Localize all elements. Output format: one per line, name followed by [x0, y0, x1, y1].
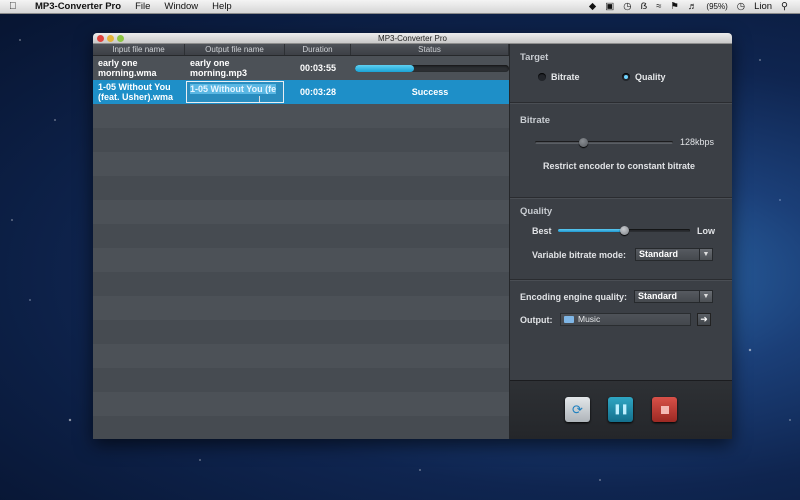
pause-button[interactable]: ❚❚: [608, 397, 633, 422]
bitrate-slider[interactable]: [535, 141, 673, 144]
engine-quality-label: Encoding engine quality:: [520, 292, 628, 302]
action-bar: ⟳ ❚❚: [510, 380, 732, 439]
bitrate-section: Bitrate 128kbps Restrict encoder to cons…: [510, 103, 732, 198]
quality-slider-knob[interactable]: [620, 226, 629, 235]
output-folder-field[interactable]: Music: [560, 313, 691, 326]
engine-quality-dropdown[interactable]: Standard ▼: [634, 290, 713, 303]
settings-panel: Target Bitrate Quality Bitrate 128kbps R…: [509, 44, 732, 439]
flag-icon[interactable]: ⚑: [670, 1, 679, 12]
menu-bar:  MP3-Converter Pro File Window Help ◆ ▣…: [0, 0, 800, 14]
target-section: Target Bitrate Quality: [510, 44, 732, 103]
radio-selected-icon: [622, 73, 630, 81]
arrow-right-icon: ➜: [700, 314, 708, 324]
spotlight-icon[interactable]: ⚲: [781, 1, 788, 12]
app-window: MP3-Converter Pro Input file name Output…: [93, 33, 732, 439]
quality-title: Quality: [520, 206, 553, 217]
input-file-name: 1-05 Without You (feat. Usher).wma: [98, 82, 174, 102]
output-cell: 1-05 Without You (fe: [185, 81, 285, 103]
conversion-progress: [355, 64, 509, 72]
bluetooth-icon[interactable]: ẞ: [640, 1, 647, 12]
vbr-mode-label: Variable bitrate mode:: [532, 250, 627, 260]
volume-icon[interactable]: ♬: [688, 1, 698, 12]
output-file-name-editor[interactable]: 1-05 Without You (fe: [186, 81, 284, 103]
quality-best-label: Best: [532, 226, 552, 236]
bitrate-title: Bitrate: [520, 115, 551, 126]
bitrate-value: 128kbps: [680, 137, 715, 147]
engine-quality-value: Standard: [638, 291, 678, 301]
file-table: Input file name Output file name Duratio…: [93, 44, 509, 439]
title-bar[interactable]: MP3-Converter Pro: [93, 33, 732, 44]
column-input[interactable]: Input file name: [93, 44, 185, 55]
wifi-icon[interactable]: ≈: [656, 1, 661, 12]
menu-help[interactable]: Help: [212, 1, 232, 12]
table-row[interactable]: early one morning.wma early one morning.…: [93, 56, 509, 80]
window-title: MP3-Converter Pro: [378, 33, 447, 43]
bitrate-slider-knob[interactable]: [579, 138, 589, 147]
quality-slider-fill: [558, 229, 624, 232]
radio-label: Bitrate: [551, 72, 580, 82]
refresh-icon: ⟳: [572, 401, 583, 417]
user-name[interactable]: Lion: [754, 1, 772, 12]
duration: 00:03:28: [299, 87, 337, 97]
battery-percent[interactable]: (95%): [706, 2, 727, 11]
vbr-mode-dropdown[interactable]: Standard ▼: [635, 248, 713, 261]
chevron-down-icon: ▼: [699, 249, 712, 260]
column-status[interactable]: Status: [351, 44, 509, 55]
output-file-name: early one morning.mp3: [190, 58, 248, 78]
pause-icon: ❚❚: [613, 404, 629, 415]
target-bitrate-radio[interactable]: Bitrate: [538, 72, 580, 82]
table-header: Input file name Output file name Duratio…: [93, 44, 509, 56]
duration: 00:03:55: [299, 63, 337, 73]
radio-icon: [538, 73, 546, 81]
time-machine-icon[interactable]: ◷: [623, 1, 631, 12]
dropbox-icon[interactable]: ◆: [589, 1, 596, 12]
table-body: early one morning.wma early one morning.…: [93, 56, 509, 439]
convert-button[interactable]: ⟳: [565, 397, 590, 422]
table-row[interactable]: 1-05 Without You (feat. Usher).wma 1-05 …: [93, 80, 509, 104]
menu-app-name[interactable]: MP3-Converter Pro: [35, 1, 121, 12]
stop-button[interactable]: [652, 397, 677, 422]
apple-icon[interactable]: : [9, 1, 21, 12]
stop-icon: [660, 405, 669, 414]
menu-file[interactable]: File: [135, 1, 150, 12]
quality-section: Quality Best Low Variable bitrate mode: …: [510, 198, 732, 280]
open-output-folder-button[interactable]: ➜: [697, 313, 711, 326]
status-text: Success: [411, 87, 449, 97]
status-cell: [351, 64, 509, 72]
restrict-bitrate-label[interactable]: Restrict encoder to constant bitrate: [543, 161, 695, 171]
text-cursor-icon: [259, 96, 263, 102]
zoom-button[interactable]: [117, 34, 124, 42]
folder-icon: [564, 316, 574, 323]
vbr-mode-value: Standard: [639, 249, 679, 259]
close-button[interactable]: [97, 34, 104, 42]
quality-low-label: Low: [697, 226, 715, 236]
radio-label: Quality: [635, 72, 666, 82]
chevron-down-icon: ▼: [699, 291, 712, 302]
output-folder-value: Music: [578, 314, 601, 324]
menu-window[interactable]: Window: [164, 1, 198, 12]
clock-icon[interactable]: ◷: [737, 1, 745, 12]
input-file-name: early one morning.wma: [98, 58, 157, 78]
output-label: Output:: [520, 315, 553, 325]
output-file-name: 1-05 Without You (fe: [190, 84, 277, 94]
column-duration[interactable]: Duration: [285, 44, 351, 55]
display-icon[interactable]: ▣: [605, 1, 614, 12]
column-output[interactable]: Output file name: [185, 44, 285, 55]
progress-fill: [355, 64, 414, 72]
minimize-button[interactable]: [107, 34, 114, 42]
target-quality-radio[interactable]: Quality: [622, 72, 666, 82]
engine-section: Encoding engine quality: Standard ▼ Outp…: [510, 280, 732, 379]
target-title: Target: [520, 52, 549, 63]
